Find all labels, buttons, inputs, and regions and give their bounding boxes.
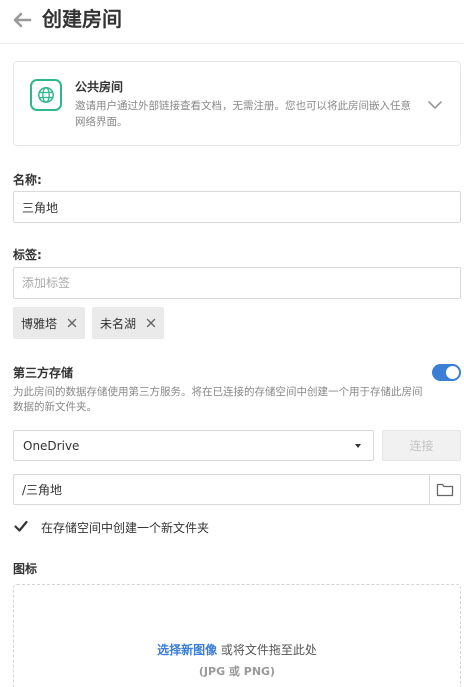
drop-instructions: 或将文件拖至此处 xyxy=(217,643,317,657)
storage-provider-select[interactable]: OneDrive xyxy=(13,430,374,461)
tags-label: 标签: xyxy=(13,248,42,262)
select-image-link[interactable]: 选择新图像 xyxy=(157,643,217,657)
page-title: 创建房间 xyxy=(42,7,122,31)
create-folder-checkbox[interactable] xyxy=(13,518,29,534)
tag-chip: 未名湖 xyxy=(92,307,165,339)
back-arrow-icon[interactable] xyxy=(10,8,34,32)
globe-icon xyxy=(30,79,62,111)
toggle-knob xyxy=(446,366,459,379)
tag-input[interactable] xyxy=(13,267,461,299)
create-folder-label: 在存储空间中创建一个新文件夹 xyxy=(41,521,210,535)
icon-label: 图标 xyxy=(13,562,38,576)
folder-icon[interactable] xyxy=(429,474,461,505)
close-icon[interactable] xyxy=(67,318,77,328)
storage-toggle[interactable] xyxy=(432,364,461,381)
name-label: 名称: xyxy=(13,173,42,187)
tag-label: 未名湖 xyxy=(100,316,137,331)
tag-chip: 博雅塔 xyxy=(13,307,86,339)
folder-path-input[interactable] xyxy=(13,474,429,505)
caret-down-icon xyxy=(355,444,361,448)
tag-label: 博雅塔 xyxy=(21,316,58,331)
header: 创建房间 xyxy=(0,0,464,44)
close-icon[interactable] xyxy=(146,318,156,328)
storage-description: 为此房间的数据存储使用第三方服务。将在已连接的存储空间中创建一个用于存储此房间数… xyxy=(13,386,423,413)
image-dropzone[interactable]: 选择新图像 或将文件拖至此处 (JPG 或 PNG) xyxy=(13,584,461,687)
dropzone-text: 选择新图像 或将文件拖至此处 xyxy=(14,641,460,658)
room-type-selector[interactable]: 公共房间 邀请用户通过外部链接查看文档，无需注册。您也可以将此房间嵌入任意网络界… xyxy=(13,61,461,146)
storage-provider-value: OneDrive xyxy=(23,439,80,453)
chevron-down-icon[interactable] xyxy=(426,96,444,114)
room-name-input[interactable] xyxy=(13,191,461,223)
storage-title: 第三方存储 xyxy=(13,366,74,380)
room-type-title: 公共房间 xyxy=(75,80,124,94)
room-type-description: 邀请用户通过外部链接查看文档，无需注册。您也可以将此房间嵌入任意网络界面。 xyxy=(75,100,411,128)
connect-button[interactable]: 连接 xyxy=(382,430,461,461)
format-hint: (JPG 或 PNG) xyxy=(198,665,276,678)
